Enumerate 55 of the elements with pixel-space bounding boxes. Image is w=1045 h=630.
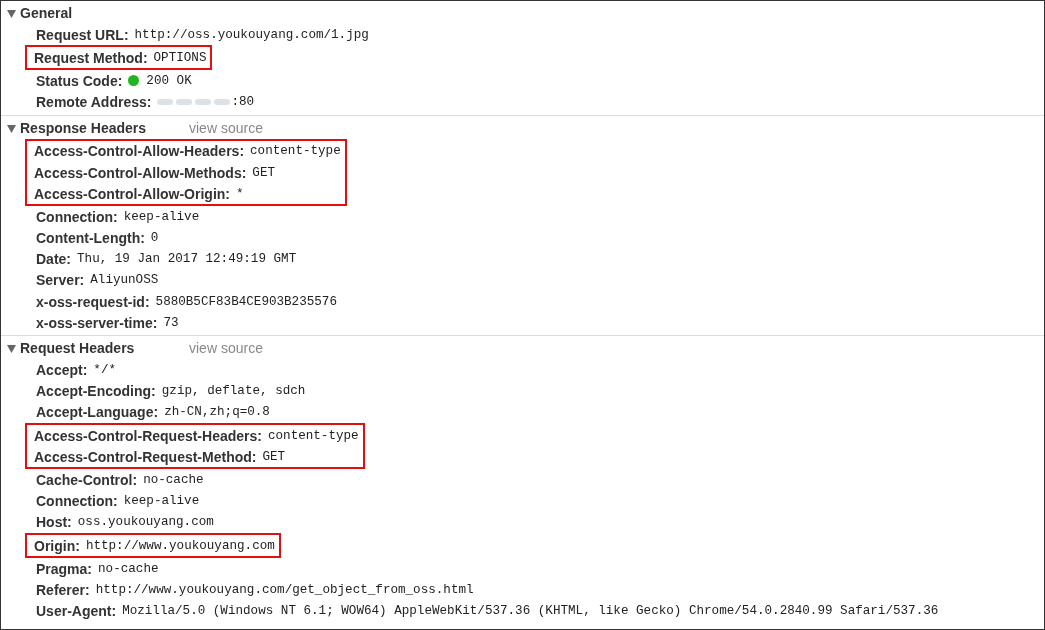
header-value: no-cache <box>143 472 204 487</box>
header-name: Access-Control-Request-Headers: <box>34 427 262 444</box>
header-value: OPTIONS <box>153 50 207 65</box>
header-value: keep-alive <box>123 494 200 509</box>
header-value: Thu, 19 Jan 2017 12:49:19 GMT <box>77 252 297 267</box>
header-value: AliyunOSS <box>90 273 159 288</box>
header-name: Access-Control-Request-Method: <box>34 448 257 465</box>
header-value: gzip, deflate, sdch <box>161 384 306 399</box>
header-value: 73 <box>163 315 179 330</box>
header-name: Connection: <box>36 208 118 225</box>
header-value: content-type <box>250 144 341 159</box>
view-source-link[interactable]: view source <box>189 340 263 357</box>
header-value: 0 <box>150 231 159 246</box>
header-name: Status Code: <box>36 72 123 89</box>
header-value: http://www.youkouyang.com <box>85 538 275 553</box>
header-name: Content-Length: <box>36 230 145 247</box>
header-name: Request URL: <box>36 26 129 43</box>
header-name: Accept: <box>36 362 88 379</box>
header-value: no-cache <box>98 561 159 576</box>
header-name: Server: <box>36 272 85 289</box>
header-name: x-oss-request-id: <box>36 293 150 310</box>
header-name: x-oss-server-time: <box>36 314 158 331</box>
header-value: http://oss.youkouyang.com/1.jpg <box>134 27 369 42</box>
header-name: Origin: <box>34 537 80 554</box>
header-value: keep-alive <box>123 209 200 224</box>
header-value: 200 OK <box>146 73 192 88</box>
header-value: :80 <box>231 95 255 110</box>
header-value: GET <box>252 165 276 180</box>
header-name: Accept-Language: <box>36 404 159 421</box>
section-title[interactable]: Request Headers <box>20 340 170 357</box>
header-value: zh-CN,zh;q=0.8 <box>164 405 270 420</box>
header-name: Cache-Control: <box>36 471 138 488</box>
header-value: http://www.youkouyang.com/get_object_from_oss.html <box>95 582 474 597</box>
header-name: Accept-Encoding: <box>36 383 156 400</box>
section-title[interactable]: General <box>20 5 73 21</box>
header-name: Pragma: <box>36 560 93 577</box>
header-value: GET <box>262 449 286 464</box>
header-name: User-Agent: <box>36 603 117 620</box>
header-name: Access-Control-Allow-Origin: <box>34 185 230 202</box>
header-name: Host: <box>36 514 72 531</box>
header-value: content-type <box>267 428 359 443</box>
header-value: * <box>236 186 244 201</box>
header-name: Remote Address: <box>36 94 152 111</box>
header-name: Access-Control-Allow-Methods: <box>34 164 247 181</box>
header-name: Date: <box>36 251 71 268</box>
section-title[interactable]: Response Headers <box>20 119 170 136</box>
header-name: Request Method: <box>34 49 148 66</box>
header-value: Mozilla/5.0 (Windows NT 6.1; WOW64) AppleWebKit/537.36 (KHTML, like Gecko) Chrome/54.0.2840.99 Safari/537.36 <box>122 604 939 619</box>
header-name: Referer: <box>36 581 90 598</box>
view-source-link[interactable]: view source <box>189 119 263 136</box>
header-name: Connection: <box>36 493 118 510</box>
header-value: */* <box>93 363 117 378</box>
header-name: Access-Control-Allow-Headers: <box>34 143 245 160</box>
header-value: oss.youkouyang.com <box>77 515 214 530</box>
header-value: 5880B5CF83B4CE903B235576 <box>155 294 337 309</box>
